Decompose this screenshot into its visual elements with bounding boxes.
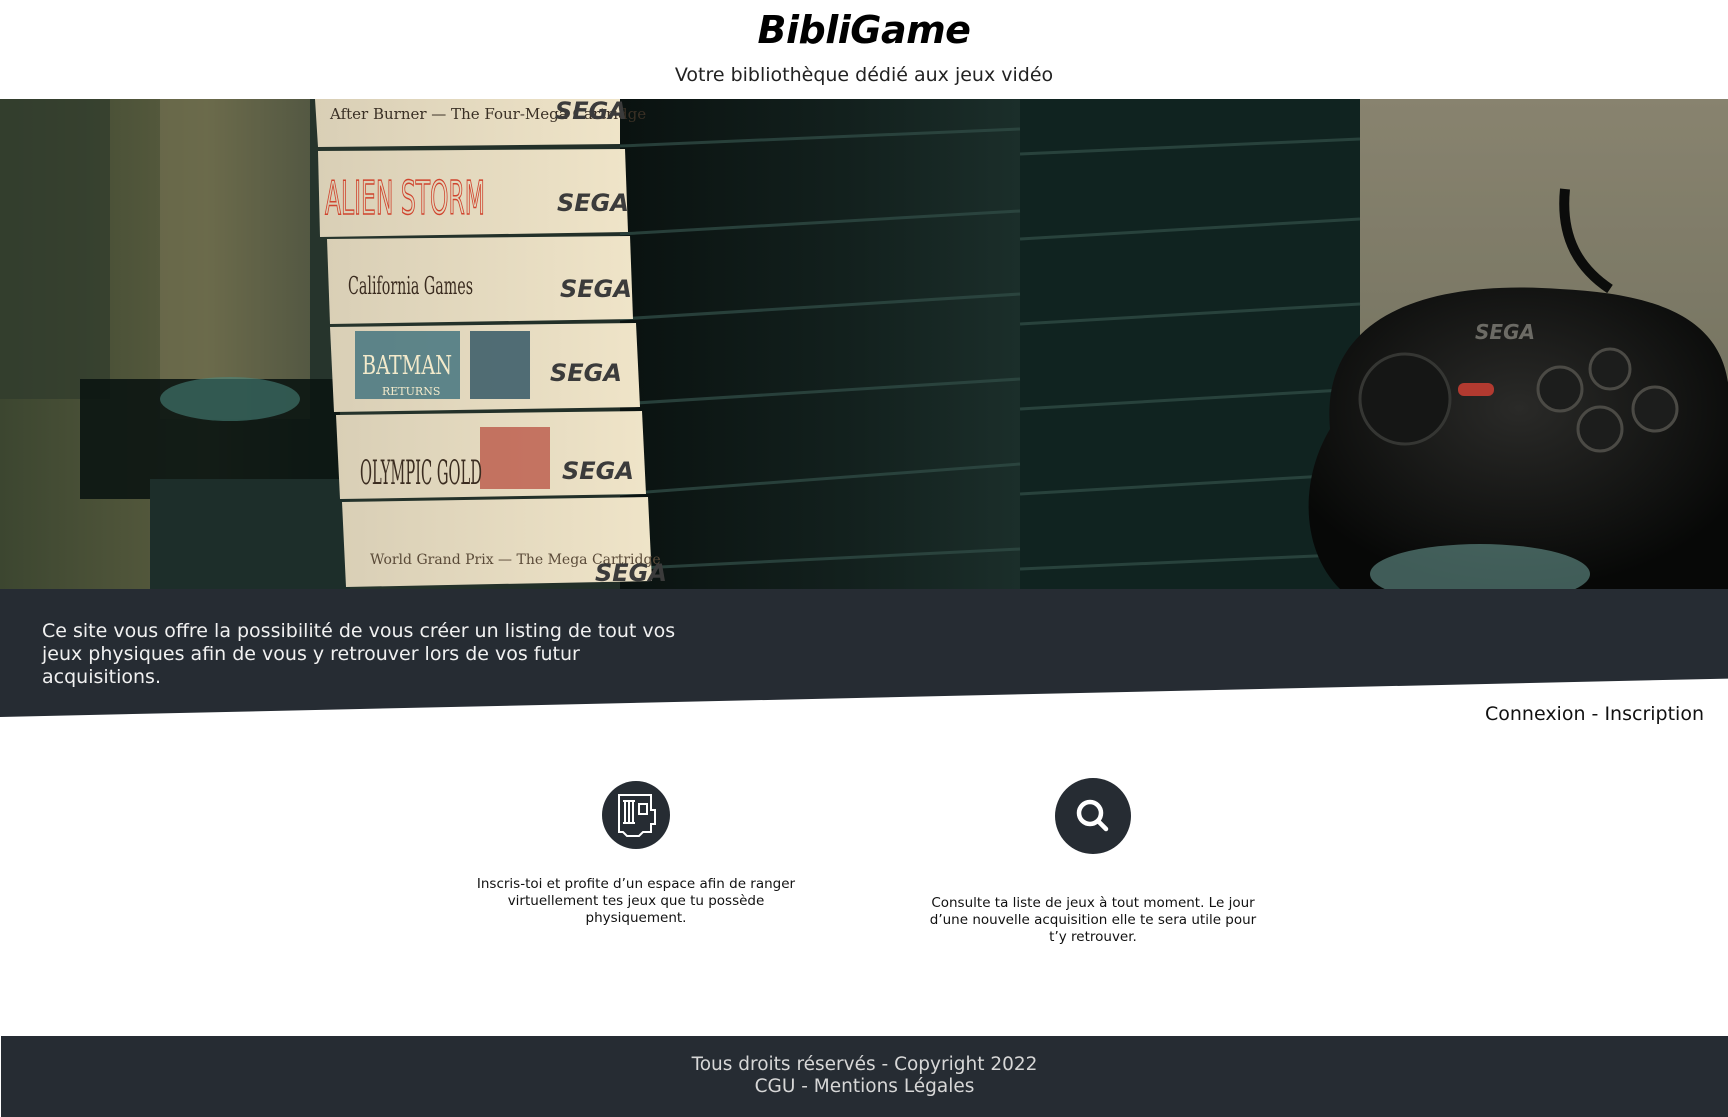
signup-link[interactable]: Inscription bbox=[1604, 703, 1704, 725]
footer-links: CGU - Mentions Légales bbox=[1, 1076, 1728, 1098]
svg-text:SEGA: SEGA bbox=[555, 99, 627, 125]
site-header: BibliGame Votre bibliothèque dédié aux j… bbox=[0, 0, 1728, 99]
search-icon bbox=[1055, 778, 1131, 854]
svg-text:SEGA: SEGA bbox=[1475, 320, 1535, 344]
site-footer: Tous droits réservés - Copyright 2022 CG… bbox=[1, 1036, 1728, 1117]
footer-separator: - bbox=[795, 1076, 814, 1097]
svg-text:BATMAN: BATMAN bbox=[362, 351, 452, 381]
svg-text:SEGA: SEGA bbox=[550, 359, 622, 387]
feature-search-text: Consulte ta liste de jeux à tout moment.… bbox=[929, 895, 1257, 945]
svg-text:SEGA: SEGA bbox=[560, 275, 632, 303]
login-link[interactable]: Connexion bbox=[1485, 703, 1586, 725]
site-logo[interactable]: BibliGame bbox=[0, 8, 1728, 52]
feature-register-text: Inscris-toi et profite d’un espace afin … bbox=[476, 876, 796, 926]
auth-separator: - bbox=[1585, 703, 1605, 725]
auth-links: Connexion - Inscription bbox=[1485, 703, 1704, 725]
feature-register: Inscris-toi et profite d’un espace afin … bbox=[476, 781, 796, 926]
svg-text:ALIEN STORM: ALIEN STORM bbox=[325, 171, 485, 225]
svg-text:RETURNS: RETURNS bbox=[382, 385, 440, 398]
svg-text:California Games: California Games bbox=[348, 272, 473, 300]
copyright-text: Tous droits réservés - Copyright 2022 bbox=[691, 1054, 1038, 1075]
legal-notice-link[interactable]: Mentions Légales bbox=[814, 1076, 975, 1097]
hero-image: After Burner — The Four-Mega Cartridge A… bbox=[0, 99, 1728, 589]
svg-text:OLYMPIC GOLD: OLYMPIC GOLD bbox=[360, 453, 482, 493]
intro-band: Ce site vous offre la possibilité de vou… bbox=[0, 589, 1728, 717]
cgu-link[interactable]: CGU bbox=[755, 1076, 796, 1097]
game-cartridge-icon bbox=[602, 781, 670, 849]
feature-search: Consulte ta liste de jeux à tout moment.… bbox=[928, 778, 1258, 945]
svg-text:SEGA: SEGA bbox=[562, 457, 634, 485]
intro-text: Ce site vous offre la possibilité de vou… bbox=[42, 620, 676, 688]
svg-text:SEGA: SEGA bbox=[595, 559, 667, 587]
svg-text:SEGA: SEGA bbox=[557, 189, 629, 217]
site-tagline: Votre bibliothèque dédié aux jeux vidéo bbox=[674, 64, 1054, 86]
